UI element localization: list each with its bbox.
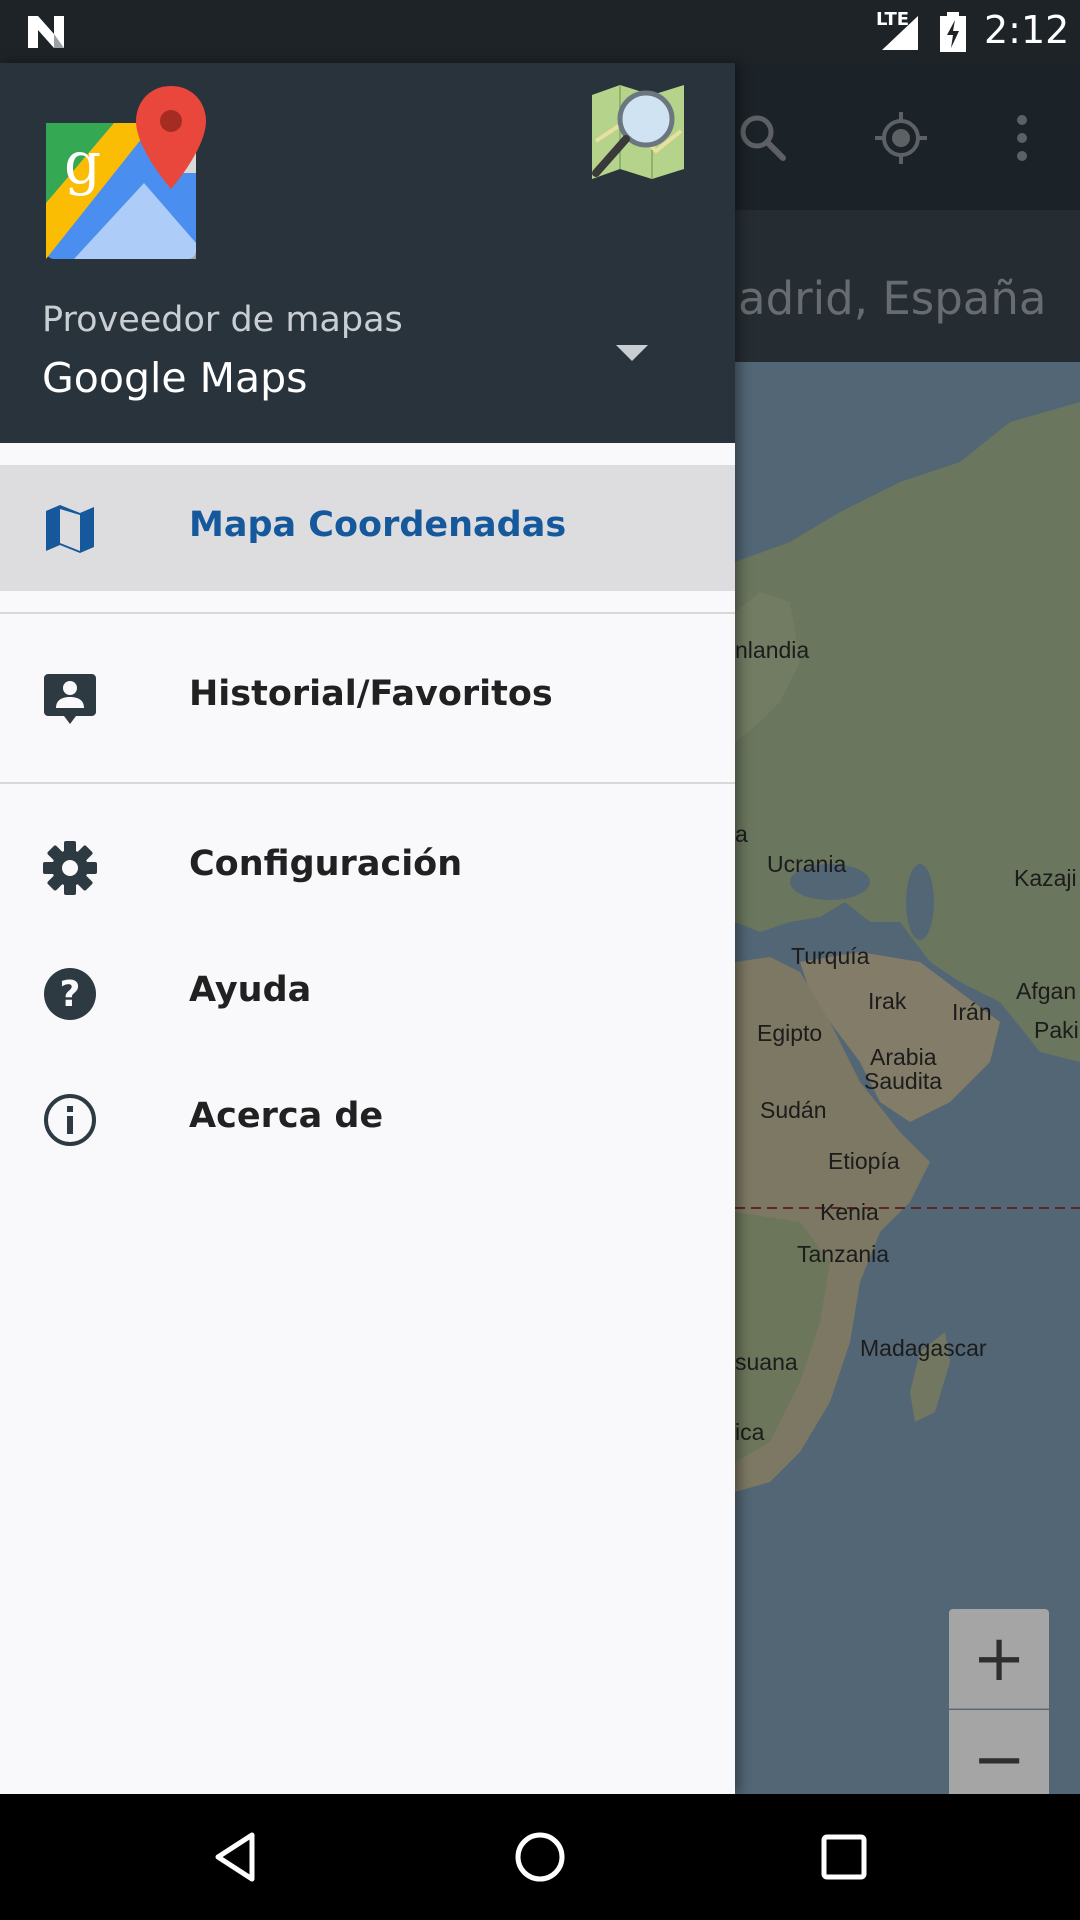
- drawer-header: g Proveedor de mapas Google Maps: [0, 63, 735, 443]
- battery-charging-icon: [940, 12, 966, 52]
- contact-history-icon: [44, 674, 96, 724]
- drawer-item-label: Acerca de: [189, 1096, 384, 1136]
- google-maps-logo: g: [46, 86, 206, 259]
- signal-icon: [882, 16, 918, 50]
- drawer-item-map-coordinates[interactable]: Mapa Coordenadas: [0, 465, 735, 591]
- info-icon: [44, 1094, 96, 1146]
- dropdown-arrow-icon[interactable]: [612, 341, 652, 365]
- svg-text:g: g: [64, 129, 101, 197]
- provider-value[interactable]: Google Maps: [42, 354, 308, 402]
- home-icon[interactable]: [510, 1827, 570, 1887]
- android-n-icon: [28, 16, 64, 48]
- recents-icon[interactable]: [814, 1827, 874, 1887]
- drawer-item-label: Historial/Favoritos: [189, 674, 553, 714]
- gear-icon: [43, 841, 97, 895]
- navigation-drawer: g Proveedor de mapas Google Maps Mapa Co…: [0, 63, 735, 1794]
- clock: 2:12: [984, 8, 1070, 52]
- help-icon: ?: [44, 968, 96, 1020]
- drawer-item-label: Configuración: [189, 844, 463, 884]
- openstreetmap-logo: [592, 85, 684, 179]
- drawer-item-about[interactable]: Acerca de: [0, 1056, 735, 1182]
- map-icon: [46, 505, 94, 553]
- drawer-item-label: Ayuda: [189, 970, 312, 1010]
- status-bar: LTE 2:12: [0, 0, 1080, 63]
- system-navigation-bar: [0, 1794, 1080, 1920]
- svg-text:?: ?: [60, 974, 81, 1015]
- drawer-item-label: Mapa Coordenadas: [189, 505, 567, 545]
- drawer-item-history-favorites[interactable]: Historial/Favoritos: [0, 634, 735, 760]
- drawer-item-settings[interactable]: Configuración: [0, 804, 735, 930]
- drawer-item-help[interactable]: ? Ayuda: [0, 930, 735, 1056]
- divider: [0, 782, 735, 784]
- provider-caption: Proveedor de mapas: [42, 300, 403, 340]
- divider: [0, 612, 735, 614]
- back-icon[interactable]: [206, 1827, 266, 1887]
